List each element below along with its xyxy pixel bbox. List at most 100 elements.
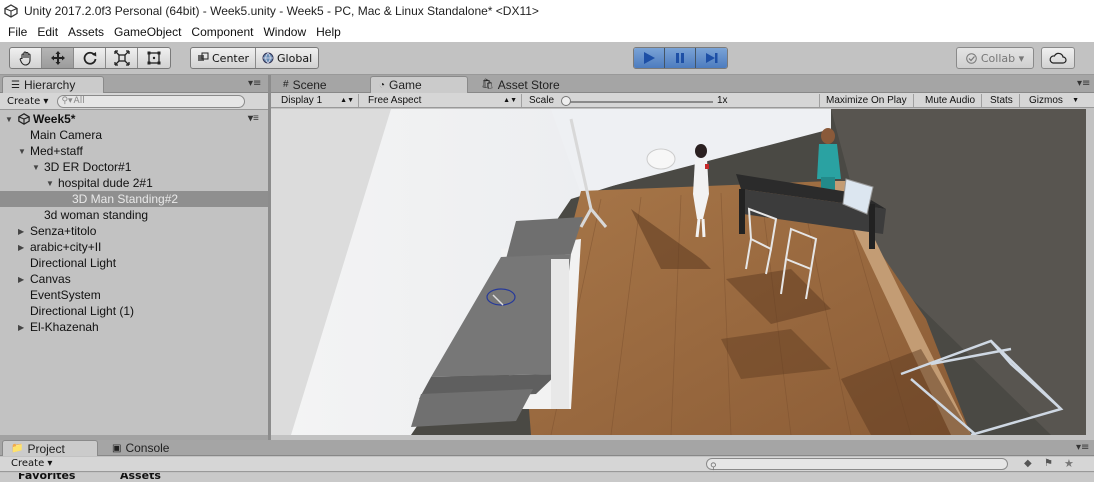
collab-label: Collab ▾ [980, 51, 1025, 65]
expand-arrow-icon[interactable]: ▼ [5, 115, 13, 124]
grid-icon: # [283, 79, 289, 90]
collab-button[interactable]: Collab ▾ [956, 47, 1034, 69]
collapse-arrow-icon[interactable]: ▶ [18, 275, 24, 284]
filter-type-icon[interactable]: ◆ [1024, 458, 1032, 469]
aspect-dropdown[interactable]: Free Aspect ▲▼ [362, 94, 522, 107]
collapse-arrow-icon[interactable]: ▶ [18, 227, 24, 236]
hierarchy-item-label: EventSystem [30, 288, 101, 302]
assets-label: Assets [120, 473, 161, 482]
scene-root[interactable]: ▼ Week5* ▾≡ [0, 111, 268, 127]
hierarchy-item[interactable]: ▶ Senza+titolo [0, 223, 268, 239]
project-search-input[interactable]: ⚲ [706, 458, 1008, 472]
expand-arrow-icon[interactable]: ▼ [18, 147, 26, 156]
step-icon [705, 53, 717, 63]
window-title: Unity 2017.2.0f3 Personal (64bit) - Week… [24, 4, 539, 18]
panel-menu-icon[interactable]: ▾≡ [248, 78, 261, 89]
transform-tools [9, 47, 171, 69]
display-dropdown[interactable]: Display 1 ▲▼ [275, 94, 359, 107]
unity-logo-icon [4, 4, 18, 18]
tab-scene[interactable]: # Scene [275, 76, 335, 93]
hierarchy-item[interactable]: ▶ arabic+city+II [0, 239, 268, 255]
collapse-arrow-icon[interactable]: ▶ [18, 243, 24, 252]
hierarchy-search-input[interactable]: ⚲▾ All [57, 94, 246, 108]
hierarchy-item[interactable]: ▼ 3D ER Doctor#1 [0, 159, 268, 175]
hierarchy-item[interactable]: ▼ Med+staff [0, 143, 268, 159]
hierarchy-item-label: Senza+titolo [30, 224, 97, 238]
move-tool-button[interactable] [42, 48, 74, 68]
pause-icon [676, 53, 684, 63]
tab-console[interactable]: ▣ Console [104, 440, 177, 456]
pause-button[interactable] [665, 48, 696, 68]
step-button[interactable] [696, 48, 727, 68]
menu-assets[interactable]: Assets [63, 25, 109, 39]
game-panel: # Scene ◔ Game 🛍 Asset Store ▾≡ Display … [271, 75, 1094, 440]
collapse-arrow-icon[interactable]: ▶ [18, 323, 24, 332]
menu-component[interactable]: Component [186, 25, 258, 39]
expand-arrow-icon[interactable]: ▼ [32, 163, 40, 172]
maximize-on-play-toggle[interactable]: Maximize On Play [819, 94, 914, 107]
list-icon: ☰ [11, 79, 20, 91]
favorite-star-icon[interactable]: ★ [1064, 457, 1074, 470]
hierarchy-item[interactable]: Main Camera [0, 127, 268, 143]
game-panel-menu-icon[interactable]: ▾≡ [1077, 78, 1090, 89]
shopping-bag-icon: 🛍 [481, 79, 494, 90]
pivot-global-button[interactable]: Global [256, 48, 318, 68]
hierarchy-item-label: Med+staff [30, 144, 83, 158]
hierarchy-item[interactable]: 3D Man Standing#2 [0, 191, 268, 207]
scale-slider-thumb[interactable] [561, 96, 571, 106]
search-icon: ⚲ [710, 462, 717, 472]
scale-slider-track[interactable] [563, 101, 713, 103]
hierarchy-create-button[interactable]: Create ▾ [4, 96, 51, 107]
hierarchy-item[interactable]: ▶ El-Khazenah [0, 319, 268, 335]
rect-tool-button[interactable] [138, 48, 170, 68]
scale-control: Scale 1x [523, 94, 815, 107]
expand-arrow-icon[interactable]: ▼ [46, 179, 54, 188]
display-label: Display 1 [281, 95, 323, 106]
scale-tool-button[interactable] [106, 48, 138, 68]
tab-project[interactable]: 📁 Project [2, 440, 98, 456]
game-viewport[interactable] [271, 109, 1086, 435]
hierarchy-item[interactable]: Directional Light (1) [0, 303, 268, 319]
stats-toggle[interactable]: Stats [984, 94, 1020, 107]
unity-scene-icon [18, 113, 30, 125]
pivot-center-button[interactable]: Center [191, 48, 257, 68]
game-view-toolbar: Display 1 ▲▼ Free Aspect ▲▼ Scale 1x Max… [271, 93, 1094, 108]
menu-file[interactable]: File [3, 25, 32, 39]
tab-hierarchy[interactable]: ☰ Hierarchy [2, 76, 104, 93]
tab-game[interactable]: ◔ Game [370, 76, 468, 93]
cloud-services-button[interactable] [1041, 47, 1075, 69]
hand-tool-button[interactable] [10, 48, 42, 68]
console-icon: ▣ [112, 442, 122, 454]
hierarchy-item[interactable]: Directional Light [0, 255, 268, 271]
menu-gameobject[interactable]: GameObject [109, 25, 186, 39]
hierarchy-item[interactable]: ▼ hospital dude 2#1 [0, 175, 268, 191]
rotate-tool-button[interactable] [74, 48, 106, 68]
search-placeholder: All [73, 96, 85, 106]
project-create-button[interactable]: Create ▾ [8, 458, 55, 469]
center-tabbar: # Scene ◔ Game 🛍 Asset Store ▾≡ [271, 75, 1094, 93]
project-folders: Favorites Assets [0, 473, 1094, 482]
dropdown-arrow-icon: ▼ [1072, 97, 1079, 104]
tab-console-label: Console [125, 441, 170, 455]
filter-label-icon[interactable]: ⚑ [1044, 458, 1053, 469]
mute-audio-toggle[interactable]: Mute Audio [919, 94, 983, 107]
scene-menu-icon[interactable]: ▾≡ [248, 113, 259, 124]
hierarchy-toolbar: Create ▾ ⚲▾ All [0, 93, 268, 110]
menu-window[interactable]: Window [258, 25, 311, 39]
hierarchy-item[interactable]: EventSystem [0, 287, 268, 303]
menu-help[interactable]: Help [311, 25, 346, 39]
menu-bar: File Edit Assets GameObject Component Wi… [0, 22, 1094, 42]
menu-edit[interactable]: Edit [32, 25, 63, 39]
main-toolbar: Center Global Collab ▾ [0, 42, 1094, 75]
project-panel-menu-icon[interactable]: ▾≡ [1076, 442, 1089, 453]
project-toolbar: Create ▾ ⚲ ◆ ⚑ ★ [0, 457, 1094, 472]
move-arrows-icon [50, 51, 65, 65]
play-button[interactable] [634, 48, 665, 68]
gizmos-dropdown[interactable]: Gizmos ▼ [1023, 94, 1081, 107]
pivot-center-icon [198, 52, 209, 61]
game-view-scrollbar[interactable] [1086, 109, 1094, 435]
hierarchy-item[interactable]: ▶ Canvas [0, 271, 268, 287]
hierarchy-item[interactable]: 3d woman standing [0, 207, 268, 223]
title-bar: Unity 2017.2.0f3 Personal (64bit) - Week… [0, 0, 1094, 22]
tab-asset-store[interactable]: 🛍 Asset Store [473, 76, 568, 93]
